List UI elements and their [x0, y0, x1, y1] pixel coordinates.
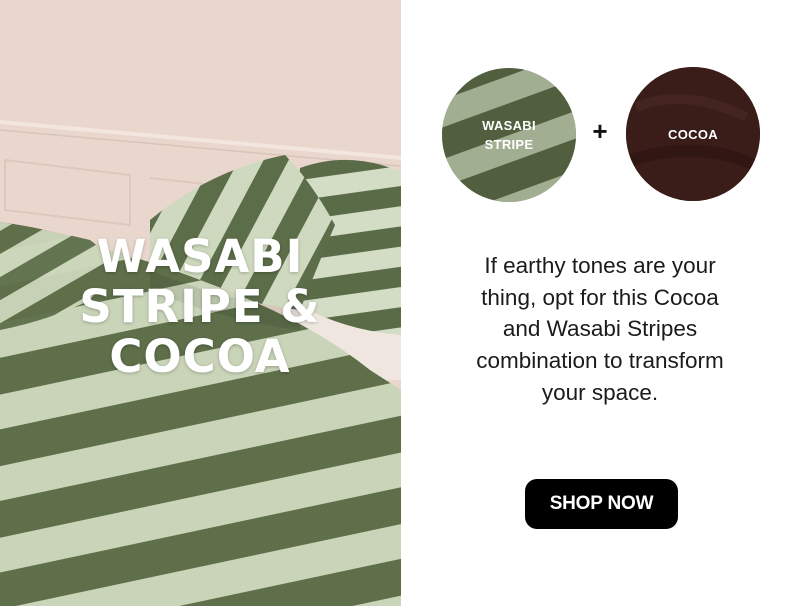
hero-title: WASABI STRIPE & COCOA [79, 230, 321, 383]
product-description: If earthy tones are your thing, opt for … [476, 253, 724, 405]
wasabi-stripe-swatch: WASABI STRIPE [442, 68, 576, 202]
plus-icon: + [592, 116, 608, 146]
hero-image: WASABI STRIPE & COCOA [0, 0, 401, 606]
shop-now-button[interactable]: SHOP NOW [525, 479, 678, 529]
swatch-label-wasabi: WASABI STRIPE [482, 118, 536, 152]
cocoa-swatch: COCOA [626, 67, 760, 201]
swatch-label-cocoa: COCOA [668, 126, 718, 142]
